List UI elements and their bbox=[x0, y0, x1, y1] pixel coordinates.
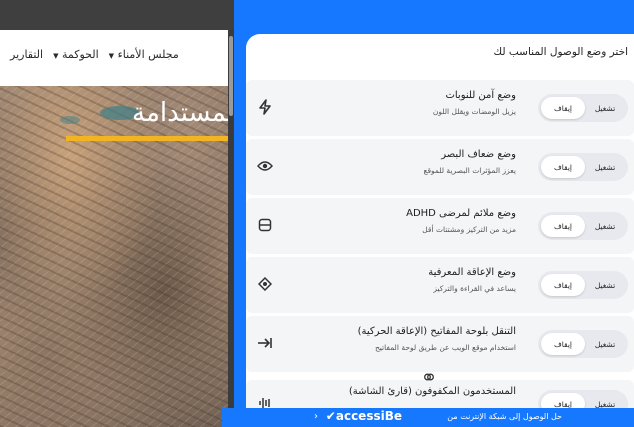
profile-title: التنقل بلوحة المفاتيح (الإعاقة الحركية) bbox=[357, 326, 516, 337]
nav-item-governance[interactable]: ▼ الحوكمة bbox=[53, 48, 99, 61]
eye-icon bbox=[254, 155, 276, 177]
hero-underline bbox=[66, 136, 234, 141]
chevron-down-icon: ▼ bbox=[108, 52, 115, 60]
profile-toggle[interactable]: إيقاف تشغيل bbox=[538, 153, 628, 181]
profile-description: استخدام موقع الويب عن طريق لوحة المفاتيح bbox=[374, 343, 516, 352]
profile-texts: المستخدمون المكفوفون (قارئ الشاشة) bbox=[296, 386, 516, 397]
target-icon bbox=[254, 273, 276, 295]
profile-texts: التنقل بلوحة المفاتيح (الإعاقة الحركية) … bbox=[296, 326, 516, 352]
toggle-on-button[interactable]: تشغيل bbox=[585, 274, 625, 296]
background-website: التقارير ▼ الحوكمة ▼ مجلس الأمناء المستد… bbox=[0, 0, 234, 427]
chevron-left-icon[interactable]: ‹ bbox=[314, 411, 318, 422]
profile-toggle[interactable]: إيقاف تشغيل bbox=[538, 212, 628, 240]
profile-title: المستخدمون المكفوفون (قارئ الشاشة) bbox=[348, 386, 516, 397]
site-scrollbar-thumb[interactable] bbox=[229, 36, 233, 116]
profile-toggle[interactable]: إيقاف تشغيل bbox=[538, 94, 628, 122]
profile-screen-reader: المستخدمون المكفوفون (قارئ الشاشة) إيقاف… bbox=[246, 380, 634, 410]
toggle-on-button[interactable]: تشغيل bbox=[585, 97, 625, 119]
profile-vision-impaired: وضع ضعاف البصر يعزز المؤثرات البصرية للم… bbox=[246, 139, 634, 195]
link-icon bbox=[422, 370, 436, 384]
keyboard-arrow-icon bbox=[254, 332, 276, 354]
profile-title: وضع ملائم لمرضى ADHD bbox=[406, 208, 516, 219]
profile-texts: وضع ضعاف البصر يعزز المؤثرات البصرية للم… bbox=[296, 149, 516, 175]
nav-item-reports[interactable]: التقارير bbox=[10, 48, 43, 61]
toggle-off-button[interactable]: إيقاف bbox=[541, 97, 585, 119]
profile-description: يزيل الومضات ويقلل اللون bbox=[432, 107, 516, 116]
profile-title: وضع الإعاقة المعرفية bbox=[428, 267, 516, 278]
profile-description: مزيد من التركيز ومشتتات أقل bbox=[422, 225, 516, 234]
panel-footer[interactable]: حل الوصول إلى شبكة الإنترنت من ✔accessiB… bbox=[222, 408, 634, 427]
profile-texts: وضع ملائم لمرضى ADHD مزيد من التركيز ومش… bbox=[296, 208, 516, 234]
toggle-on-button[interactable]: تشغيل bbox=[585, 156, 625, 178]
accessibe-logo[interactable]: ✔accessiBe bbox=[326, 409, 402, 423]
profile-keyboard-navigation: التنقل بلوحة المفاتيح (الإعاقة الحركية) … bbox=[246, 316, 634, 372]
nav-item-label: التقارير bbox=[10, 48, 44, 61]
profile-cognitive: وضع الإعاقة المعرفية يساعد في القراءة وا… bbox=[246, 257, 634, 313]
profile-toggle[interactable]: إيقاف تشغيل bbox=[538, 271, 628, 299]
toggle-off-button[interactable]: إيقاف bbox=[541, 333, 585, 355]
nav-item-label: الحوكمة bbox=[61, 48, 99, 61]
profile-description: يعزز المؤثرات البصرية للموقع bbox=[423, 166, 516, 175]
profile-texts: وضع آمن للنوبات يزيل الومضات ويقلل اللون bbox=[296, 90, 516, 116]
toggle-off-button[interactable]: إيقاف bbox=[541, 215, 585, 237]
focus-icon bbox=[254, 214, 276, 236]
chevron-down-icon: ▼ bbox=[53, 52, 59, 60]
profile-title: وضع آمن للنوبات bbox=[445, 90, 516, 101]
nav-item-board[interactable]: ▼ مجلس الأمناء bbox=[109, 48, 179, 61]
nav-item-label: مجلس الأمناء bbox=[117, 48, 179, 61]
accessibility-panel: اختر وضع الوصول المناسب لك وضع آمن للنوب… bbox=[246, 34, 634, 410]
profile-adhd: وضع ملائم لمرضى ADHD مزيد من التركيز ومش… bbox=[246, 198, 634, 254]
site-top-bar bbox=[0, 0, 234, 30]
toggle-on-button[interactable]: تشغيل bbox=[585, 333, 625, 355]
profile-seizure-safe: وضع آمن للنوبات يزيل الومضات ويقلل اللون… bbox=[246, 80, 634, 136]
profile-description: يساعد في القراءة والتركيز bbox=[433, 284, 516, 293]
page: التقارير ▼ الحوكمة ▼ مجلس الأمناء المستد… bbox=[0, 0, 634, 427]
profile-title: وضع ضعاف البصر bbox=[441, 149, 516, 160]
profile-texts: وضع الإعاقة المعرفية يساعد في القراءة وا… bbox=[296, 267, 516, 293]
hero-title: المستدامة bbox=[132, 98, 234, 128]
toggle-on-button[interactable]: تشغيل bbox=[585, 215, 625, 237]
footer-text[interactable]: حل الوصول إلى شبكة الإنترنت من bbox=[447, 412, 562, 421]
site-nav: التقارير ▼ الحوكمة ▼ مجلس الأمناء bbox=[10, 48, 179, 61]
panel-heading: اختر وضع الوصول المناسب لك bbox=[493, 46, 628, 58]
toggle-off-button[interactable]: إيقاف bbox=[541, 156, 585, 178]
profile-toggle[interactable]: إيقاف تشغيل bbox=[538, 330, 628, 358]
toggle-off-button[interactable]: إيقاف bbox=[541, 274, 585, 296]
bolt-icon bbox=[254, 96, 276, 118]
profile-toggle[interactable]: إيقاف تشغيل bbox=[538, 390, 628, 410]
